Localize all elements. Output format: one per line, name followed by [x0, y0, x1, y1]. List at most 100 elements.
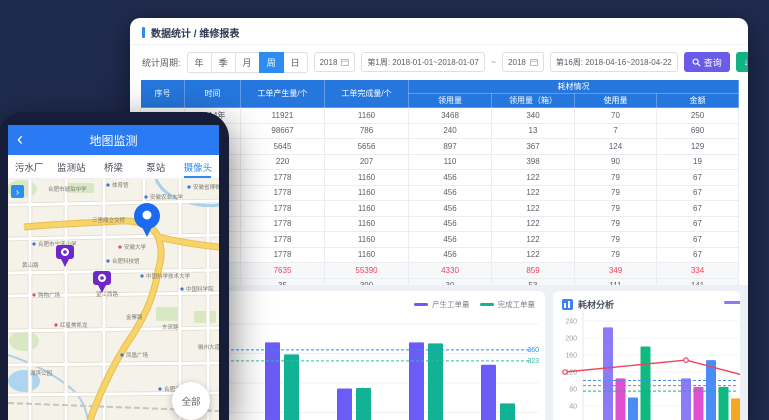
table-cell: 1160: [325, 108, 409, 124]
table-cell: 398: [492, 154, 575, 170]
col-subheader: 使用量: [575, 94, 657, 108]
all-filter-button[interactable]: 全部: [172, 382, 210, 420]
legend-item[interactable]: 产生工单量: [414, 299, 470, 310]
table-cell: 79: [575, 247, 657, 263]
table-cell: 456: [409, 170, 492, 186]
range-separator: ~: [491, 57, 496, 67]
query-label: 查询: [704, 56, 722, 69]
table-cell: 250: [657, 108, 739, 124]
svg-text:40: 40: [569, 404, 577, 411]
back-icon[interactable]: ‹: [17, 128, 23, 150]
table-cell: 110: [409, 154, 492, 170]
table-cell: 122: [492, 216, 575, 232]
period-option-年[interactable]: 年: [187, 52, 212, 73]
table-cell: 122: [492, 201, 575, 217]
table-row: 12014年119211160346834070250: [141, 108, 739, 124]
table-row: 102018年177811604561227967: [141, 247, 739, 263]
table-cell: 67: [657, 247, 739, 263]
breadcrumb-text: 数据统计 / 维修报表: [151, 25, 239, 40]
tab-泵站[interactable]: 泵站: [135, 155, 177, 178]
table-cell: 349: [575, 263, 657, 279]
search-icon: [692, 58, 701, 67]
table-cell: 690: [657, 123, 739, 139]
table-row: 32016年56455656897367124129: [141, 139, 739, 155]
period-option-季[interactable]: 季: [211, 52, 236, 73]
map-label: 体育馆: [112, 181, 129, 189]
table-cell: 19: [657, 154, 739, 170]
week-start-input[interactable]: 第1周: 2018-01-01~2018-01-07: [361, 52, 484, 72]
table-cell: 3468: [409, 108, 492, 124]
map-expander-button[interactable]: ›: [11, 185, 24, 198]
table-cell: 122: [492, 247, 575, 263]
table-cell: 367: [492, 139, 575, 155]
period-option-月[interactable]: 月: [235, 52, 260, 73]
table-cell: 98667: [241, 123, 325, 139]
map-label: 凤凰广场: [126, 351, 149, 359]
screenshot-stage: 数据统计 / 维修报表 统计周期: 年季月周日 2018 第1周: 2018-0…: [0, 0, 769, 420]
year-end-value: 2018: [508, 58, 526, 67]
table-row: 62018年177811604561227967: [141, 185, 739, 201]
tab-监测站[interactable]: 监测站: [50, 155, 92, 178]
period-label: 统计周期:: [142, 56, 181, 69]
map-container[interactable]: 合肥市琥珀中学体育馆安徽农业大学安徽省博物馆三里庵立交桥合肥市宁溪小学安徽大学合…: [8, 179, 219, 420]
table-cell: 7: [575, 123, 657, 139]
table-cell: 456: [409, 247, 492, 263]
query-button[interactable]: 查询: [684, 52, 730, 72]
table-cell: 5645: [241, 139, 325, 155]
table-cell: 67: [657, 185, 739, 201]
period-option-日[interactable]: 日: [283, 52, 308, 73]
table-cell: 1160: [325, 216, 409, 232]
col-header: 工单产生量/个: [241, 80, 325, 108]
year-end-select[interactable]: 2018: [502, 52, 544, 72]
export-excel-button[interactable]: ↓ 导出Excel: [736, 52, 748, 72]
week-end-value: 第16周: 2018-04-16~2018-04-22: [556, 57, 672, 68]
map-label: 购物广场: [38, 291, 61, 299]
phone-tab-bar: 污水厂监测站桥梁泵站摄像头: [8, 155, 219, 179]
table-cell: 129: [657, 139, 739, 155]
map-label: 中国科学院: [186, 285, 214, 293]
legend-label: 完成工单量: [498, 299, 536, 310]
consumables-chart-card: 耗材分析 2402001601208040: [553, 291, 740, 420]
chart2-title: 耗材分析: [578, 298, 614, 311]
map-label: 红星美凯龙: [60, 321, 88, 329]
table-cell: 786: [325, 123, 409, 139]
table-cell: 456: [409, 216, 492, 232]
week-end-input[interactable]: 第16周: 2018-04-16~2018-04-22: [550, 52, 678, 72]
phone-header: ‹ 地图监测: [8, 125, 219, 155]
table-cell: 90: [575, 154, 657, 170]
table-cell: 1160: [325, 247, 409, 263]
table-cell: 1160: [325, 185, 409, 201]
table-cell: 1778: [241, 170, 325, 186]
legend-label: 产生工单量: [432, 299, 470, 310]
table-cell: 4330: [409, 263, 492, 279]
table-cell: 79: [575, 201, 657, 217]
legend-item[interactable]: 完成工单量: [480, 299, 536, 310]
filter-bar: 统计周期: 年季月周日 2018 第1周: 2018-01-01~2018-01…: [130, 47, 748, 77]
table-cell: 456: [409, 232, 492, 248]
table-cell: 334: [657, 263, 739, 279]
all-button-label: 全部: [181, 394, 200, 408]
map-label: 湖滨公园: [30, 369, 53, 377]
period-option-周[interactable]: 周: [259, 52, 284, 73]
map-label: 金寨路: [126, 313, 143, 321]
tab-桥梁[interactable]: 桥梁: [92, 155, 134, 178]
year-start-select[interactable]: 2018: [314, 52, 356, 72]
svg-text:360: 360: [527, 347, 539, 354]
col-subheader: 领用量: [409, 94, 492, 108]
table-cell: 79: [575, 185, 657, 201]
table-row: 52018年177811604561227967: [141, 170, 739, 186]
year-start-value: 2018: [320, 58, 338, 67]
table-cell: 122: [492, 185, 575, 201]
map-label: 安徽大学: [124, 243, 147, 251]
tab-污水厂[interactable]: 污水厂: [8, 155, 50, 178]
table-cell: 1778: [241, 247, 325, 263]
tab-摄像头[interactable]: 摄像头: [177, 155, 219, 178]
map-label: 合肥科技馆: [112, 257, 140, 265]
table-cell: 13: [492, 123, 575, 139]
chart-legend: 产生工单量 完成工单量: [414, 299, 535, 310]
table-cell: 456: [409, 201, 492, 217]
legend-dash-icon: [480, 303, 494, 306]
breadcrumb: 数据统计 / 维修报表: [130, 18, 748, 45]
table-cell: 1160: [325, 232, 409, 248]
col-subheader: 金额: [657, 94, 739, 108]
